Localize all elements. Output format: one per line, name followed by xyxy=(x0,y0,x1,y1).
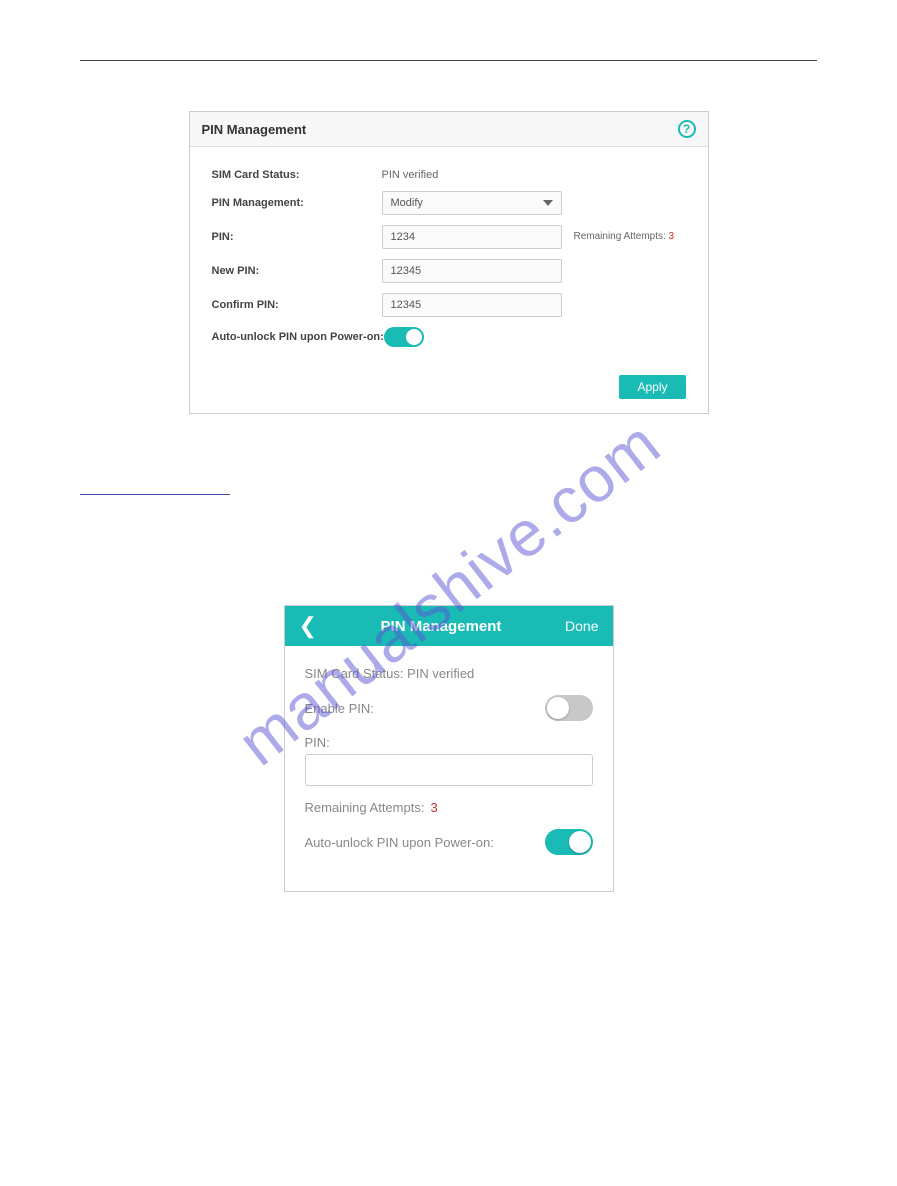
mobile-remaining-value: 3 xyxy=(430,800,437,815)
pin-mgmt-label: PIN Management: xyxy=(212,197,382,209)
remaining-attempts: Remaining Attempts: 3 xyxy=(574,231,675,243)
mobile-auto-unlock-toggle[interactable] xyxy=(545,829,593,855)
mobile-sim-status: SIM Card Status: PIN verified xyxy=(305,666,593,681)
enable-pin-toggle[interactable] xyxy=(545,695,593,721)
help-icon[interactable]: ? xyxy=(678,120,696,138)
confirm-pin-value: 12345 xyxy=(391,299,422,311)
mobile-pin-row: PIN: xyxy=(305,735,593,786)
pin-mgmt-row: PIN Management: Modify xyxy=(212,191,686,215)
sim-status-value: PIN verified xyxy=(382,169,562,181)
pin-value: 1234 xyxy=(391,231,415,243)
confirm-pin-label: Confirm PIN: xyxy=(212,299,382,311)
done-button[interactable]: Done xyxy=(565,618,598,634)
confirm-pin-input[interactable]: 12345 xyxy=(382,293,562,317)
mobile-auto-unlock-label: Auto-unlock PIN upon Power-on: xyxy=(305,835,494,850)
chevron-down-icon xyxy=(543,200,553,206)
new-pin-value: 12345 xyxy=(391,265,422,277)
pin-management-panel-desktop: PIN Management ? SIM Card Status: PIN ve… xyxy=(189,111,709,414)
auto-unlock-toggle[interactable] xyxy=(384,327,424,347)
mobile-body: SIM Card Status: PIN verified Enable PIN… xyxy=(285,646,613,891)
apply-button[interactable]: Apply xyxy=(619,375,685,399)
mobile-auto-unlock-row: Auto-unlock PIN upon Power-on: xyxy=(305,829,593,855)
pin-mgmt-select[interactable]: Modify xyxy=(382,191,562,215)
mobile-pin-label: PIN: xyxy=(305,735,593,750)
pin-input[interactable]: 1234 xyxy=(382,225,562,249)
remaining-value: 3 xyxy=(669,231,675,242)
pin-label: PIN: xyxy=(212,231,382,243)
sim-status-row: SIM Card Status: PIN verified xyxy=(212,169,686,181)
mobile-enable-pin-label: Enable PIN: xyxy=(305,701,374,716)
button-row: Apply xyxy=(190,369,708,413)
mobile-enable-pin-row: Enable PIN: xyxy=(305,695,593,721)
mobile-header: ❮ PIN Management Done xyxy=(285,606,613,646)
auto-unlock-label: Auto-unlock PIN upon Power-on: xyxy=(212,331,384,343)
section-underline xyxy=(80,494,230,495)
mobile-title: PIN Management xyxy=(317,618,565,635)
panel-title: PIN Management xyxy=(202,122,307,137)
confirm-pin-row: Confirm PIN: 12345 xyxy=(212,293,686,317)
panel-header: PIN Management ? xyxy=(190,112,708,147)
mobile-remaining-label: Remaining Attempts: xyxy=(305,800,425,815)
sim-status-label: SIM Card Status: xyxy=(212,169,382,181)
panel-body: SIM Card Status: PIN verified PIN Manage… xyxy=(190,147,708,369)
pin-mgmt-value: Modify xyxy=(391,197,423,209)
new-pin-input[interactable]: 12345 xyxy=(382,259,562,283)
pin-management-panel-mobile: ❮ PIN Management Done SIM Card Status: P… xyxy=(284,605,614,892)
new-pin-row: New PIN: 12345 xyxy=(212,259,686,283)
pin-row: PIN: 1234 Remaining Attempts: 3 xyxy=(212,225,686,249)
page-divider xyxy=(80,60,817,61)
new-pin-label: New PIN: xyxy=(212,265,382,277)
back-icon[interactable]: ❮ xyxy=(299,615,317,637)
mobile-pin-input[interactable] xyxy=(305,754,593,786)
auto-unlock-row: Auto-unlock PIN upon Power-on: xyxy=(212,327,686,347)
mobile-remaining-row: Remaining Attempts: 3 xyxy=(305,800,593,815)
remaining-label: Remaining Attempts: xyxy=(574,231,666,242)
